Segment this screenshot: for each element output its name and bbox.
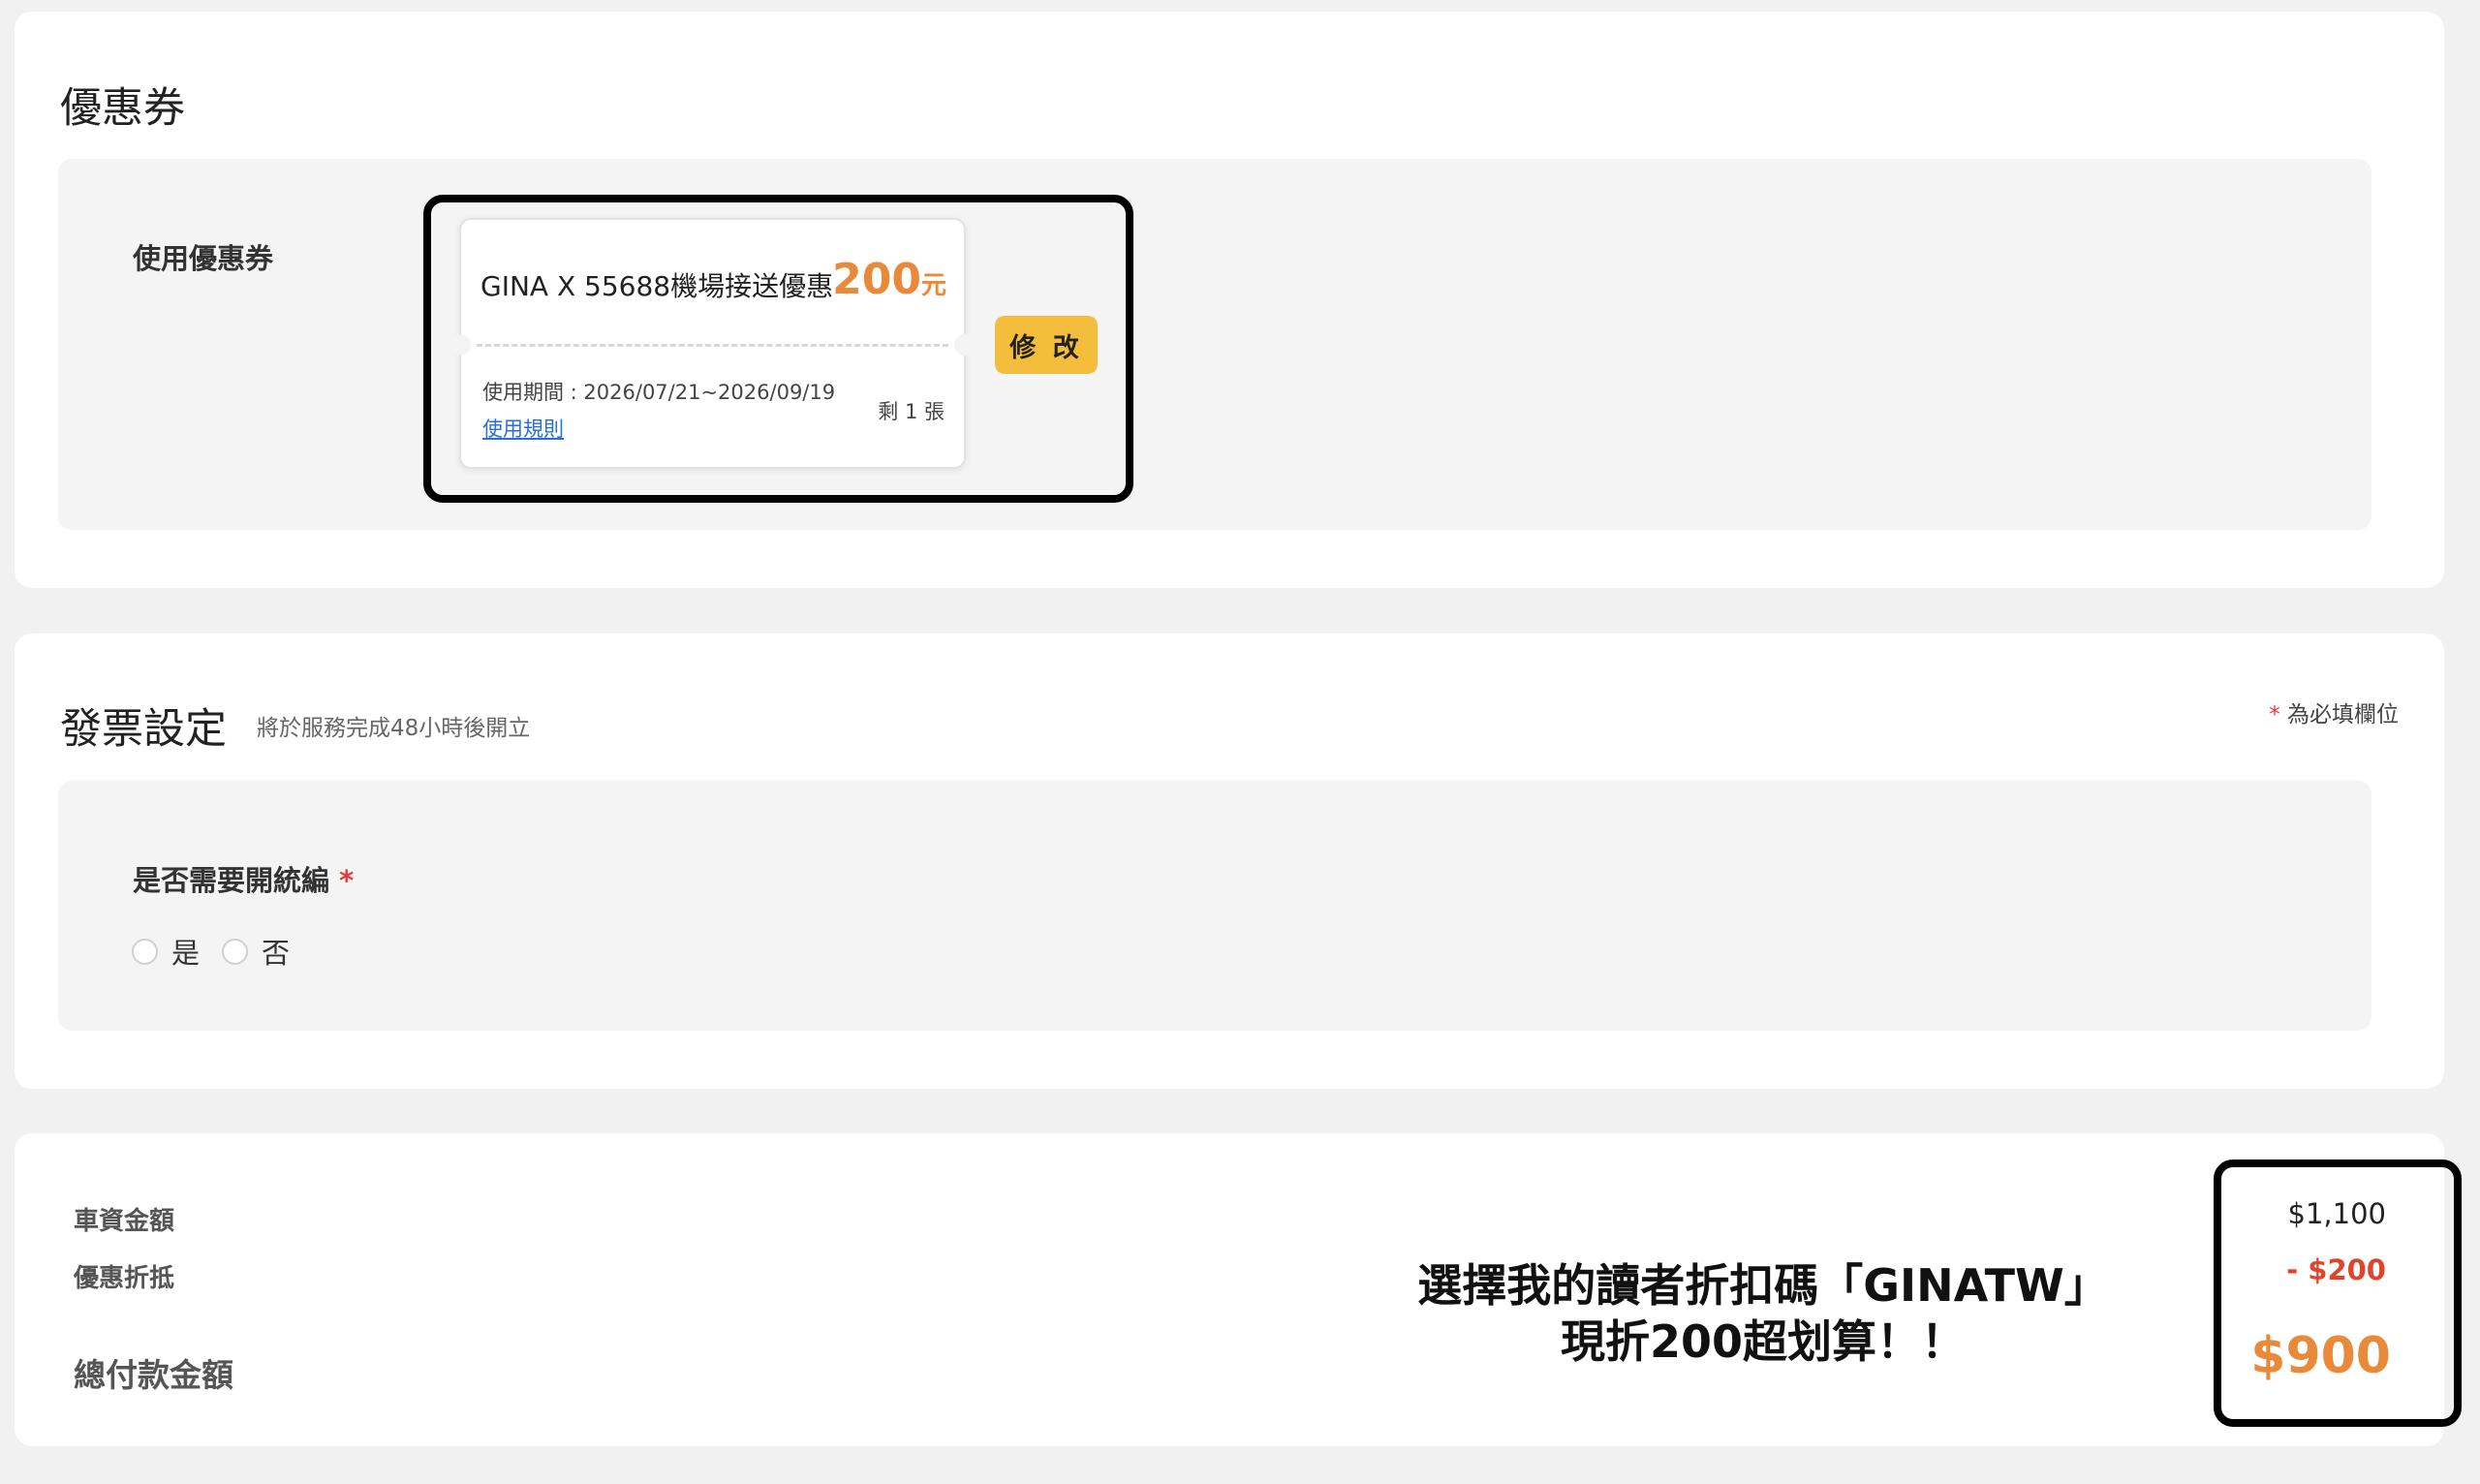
discount-label: 優惠折抵	[74, 1264, 175, 1293]
fare-value: $1,100	[2287, 1197, 2386, 1230]
invoice-panel	[58, 781, 2372, 1031]
use-coupon-label: 使用優惠券	[133, 242, 274, 275]
coupon-name: GINA X 55688機場接送優惠	[480, 270, 834, 302]
radio-option-yes[interactable]: 是	[132, 931, 200, 972]
coupon-section-title: 優惠券	[60, 84, 185, 133]
ticket-notch-left	[450, 334, 471, 356]
radio-yes[interactable]	[132, 938, 158, 965]
fare-label: 車資金額	[74, 1207, 175, 1236]
invoice-subtitle: 將於服務完成48小時後開立	[257, 716, 531, 741]
radio-option-no[interactable]: 否	[222, 931, 290, 972]
coupon-panel	[58, 159, 2372, 530]
coupon-remaining: 剩 1 張	[878, 400, 945, 423]
tax-id-required-star: *	[339, 864, 355, 897]
promo-line-2: 現折200超划算！！	[1560, 1315, 1967, 1368]
required-note-text: 為必填欄位	[2287, 702, 2399, 727]
promo-line-1: 選擇我的讀者折扣碼「GINATW」	[1417, 1259, 2109, 1312]
tax-id-question: 是否需要開統編 *	[133, 858, 354, 899]
coupon-amount-unit: 元	[920, 271, 946, 300]
required-star: *	[2269, 702, 2280, 727]
ticket-divider	[477, 344, 948, 347]
coupon-amount-value: 200	[832, 255, 921, 304]
edit-coupon-button[interactable]: 修 改	[995, 316, 1098, 374]
coupon-amount: 200元	[832, 255, 946, 304]
required-field-note: * 為必填欄位	[2269, 696, 2399, 728]
total-value: $900	[2250, 1327, 2391, 1385]
radio-yes-label: 是	[171, 937, 201, 970]
discount-value: - $200	[2286, 1253, 2386, 1286]
tax-id-question-text: 是否需要開統編	[133, 864, 330, 897]
ticket-notch-right	[954, 334, 976, 356]
radio-no[interactable]	[222, 938, 248, 965]
radio-no-label: 否	[262, 937, 291, 970]
coupon-ticket[interactable]: GINA X 55688機場接送優惠 200元 使用期間 : 2026/07/2…	[450, 218, 976, 469]
coupon-period: 使用期間 : 2026/07/21~2026/09/19	[482, 381, 836, 404]
promo-overlay-text: 選擇我的讀者折扣碼「GINATW」 現折200超划算！！	[1376, 1257, 2151, 1370]
coupon-rules-link[interactable]: 使用規則	[482, 414, 564, 443]
invoice-section-title: 發票設定	[60, 705, 227, 754]
total-label: 總付款金額	[74, 1356, 233, 1394]
